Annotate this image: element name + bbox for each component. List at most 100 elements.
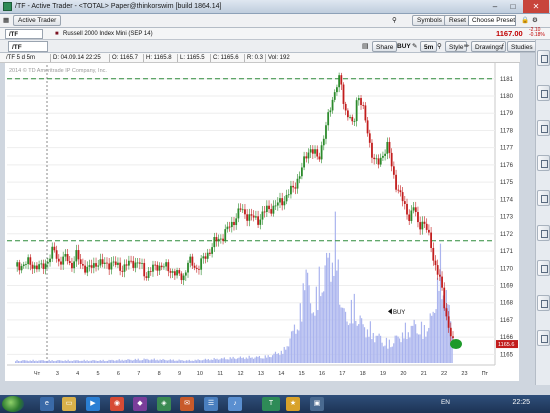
studies-icon[interactable]: ƒ <box>501 41 505 52</box>
candle-body <box>84 265 86 273</box>
media-icon[interactable]: ▶ <box>86 397 100 411</box>
app-icon-11[interactable]: ★ <box>286 397 300 411</box>
share-button[interactable]: Share <box>372 41 398 52</box>
volume-bar <box>201 360 204 363</box>
candle-body <box>412 207 415 211</box>
candle-body <box>18 262 21 271</box>
volume-bar <box>101 360 103 363</box>
candle-body <box>346 110 349 118</box>
candle-body <box>355 100 358 122</box>
sidebar-tab-8[interactable] <box>537 295 550 311</box>
thinkorswim-taskbar-icon[interactable]: T <box>262 397 280 411</box>
close-button[interactable]: ✕ <box>523 0 549 13</box>
reset-button[interactable]: Reset <box>444 15 471 26</box>
volume-bar <box>274 351 277 363</box>
volume-bar <box>134 358 136 363</box>
timeframe-button[interactable]: 5m <box>420 41 438 52</box>
chrome-icon[interactable]: ◉ <box>110 397 124 411</box>
preset-select[interactable]: Choose Preset <box>468 15 516 26</box>
y-tick-label: 1173 <box>500 215 514 221</box>
candle-body <box>441 276 443 288</box>
volume-bar <box>155 360 157 363</box>
candle-body <box>261 211 264 220</box>
x-tick-label: 8 <box>158 371 161 377</box>
link-icon[interactable]: ⚲ <box>392 16 397 26</box>
volume-bar <box>334 211 336 363</box>
volume-bar <box>331 262 334 363</box>
sidebar-tab-9[interactable] <box>537 330 550 346</box>
sidebar-tab-3[interactable] <box>537 120 550 136</box>
app-icon-9[interactable]: ♪ <box>228 397 242 411</box>
volume-bar <box>168 360 170 363</box>
buy-button[interactable]: BUY <box>397 41 411 52</box>
pencil-icon[interactable]: ✏ <box>464 41 469 52</box>
sidebar-tab-7[interactable] <box>537 260 550 276</box>
app-icon-7[interactable]: ✉ <box>180 397 194 411</box>
lock-icon[interactable]: 🔒 <box>521 16 529 26</box>
volume-bar <box>111 359 113 363</box>
price-chart[interactable]: 1165 1166 1167 1168 1169 1170 1171 1172 1173 1174… <box>5 63 519 381</box>
volume-bar <box>429 313 431 363</box>
y-tick-label: 1168 <box>500 301 514 307</box>
candle-body <box>430 232 432 248</box>
explorer-icon[interactable]: ▭ <box>62 397 76 411</box>
volume-bar <box>71 361 74 363</box>
language-indicator[interactable]: EN <box>441 399 450 406</box>
maximize-button[interactable]: □ <box>504 0 522 13</box>
grid-icon[interactable]: ▦ <box>3 16 9 26</box>
chart-menu-icon[interactable]: ▤ <box>362 41 369 52</box>
volume-bar <box>198 360 201 363</box>
y-tick-label: 1179 <box>500 111 514 117</box>
volume-bar <box>323 291 325 363</box>
sidebar-tab-1[interactable] <box>537 50 550 66</box>
sidebar-tab-6[interactable] <box>537 225 550 241</box>
sidebar-tab-4[interactable] <box>537 155 550 171</box>
start-button[interactable] <box>2 396 24 412</box>
clock[interactable]: 22:25 <box>512 399 530 406</box>
active-trader-button[interactable]: Active Trader <box>13 15 62 26</box>
volume-bar <box>435 309 437 363</box>
candle-body <box>49 258 51 263</box>
x-tick-label: 19 <box>380 371 386 377</box>
volume-bar <box>102 359 104 363</box>
candle-body <box>436 265 439 275</box>
candle-body <box>110 262 113 270</box>
chart-canvas[interactable]: 1165116611671168116911701171117211731174… <box>5 63 519 381</box>
symbol-input[interactable]: /TF <box>5 29 43 39</box>
current-price-dot <box>450 339 462 350</box>
main-toolbar: ▦ Active Trader ⚲ Symbols Reset Choose P… <box>0 14 550 28</box>
volume-bar <box>340 307 342 363</box>
candle-body <box>71 262 73 269</box>
studies-button[interactable]: Studies <box>507 41 537 52</box>
sidebar-tab-2[interactable] <box>537 85 550 101</box>
volume-bar <box>169 359 171 363</box>
candle-body <box>60 261 62 265</box>
volume-bar <box>69 361 71 363</box>
volume-bar <box>382 346 385 363</box>
volume-bar <box>260 358 262 363</box>
symbols-button[interactable]: Symbols <box>412 15 447 26</box>
volume-bar <box>209 360 211 363</box>
app-icon-12[interactable]: ▣ <box>310 397 324 411</box>
volume-bar <box>171 360 173 363</box>
volume-bar <box>317 310 319 363</box>
minimize-button[interactable]: – <box>486 0 504 13</box>
app-icon-8[interactable]: ☰ <box>204 397 218 411</box>
ie-icon[interactable]: e <box>40 397 54 411</box>
zoom-icon[interactable]: ⚲ <box>437 41 442 52</box>
candle-body <box>121 270 124 272</box>
candle-body <box>136 262 139 264</box>
volume-bar <box>161 360 163 363</box>
volume-bar <box>33 361 36 363</box>
candle-body <box>160 265 163 268</box>
volume-bar <box>109 360 112 363</box>
chart-symbol-input[interactable]: /TF <box>8 41 48 52</box>
volume-bar <box>188 359 190 363</box>
app-icon-5[interactable]: ◆ <box>133 397 147 411</box>
app-icon-6[interactable]: ◈ <box>157 397 171 411</box>
settings-icon[interactable]: ⚙ <box>532 16 538 26</box>
drawing-tool-icon[interactable]: ✎ <box>412 41 417 52</box>
volume-bar <box>239 356 242 363</box>
sidebar-tab-5[interactable] <box>537 190 550 206</box>
volume-bar <box>286 346 288 363</box>
